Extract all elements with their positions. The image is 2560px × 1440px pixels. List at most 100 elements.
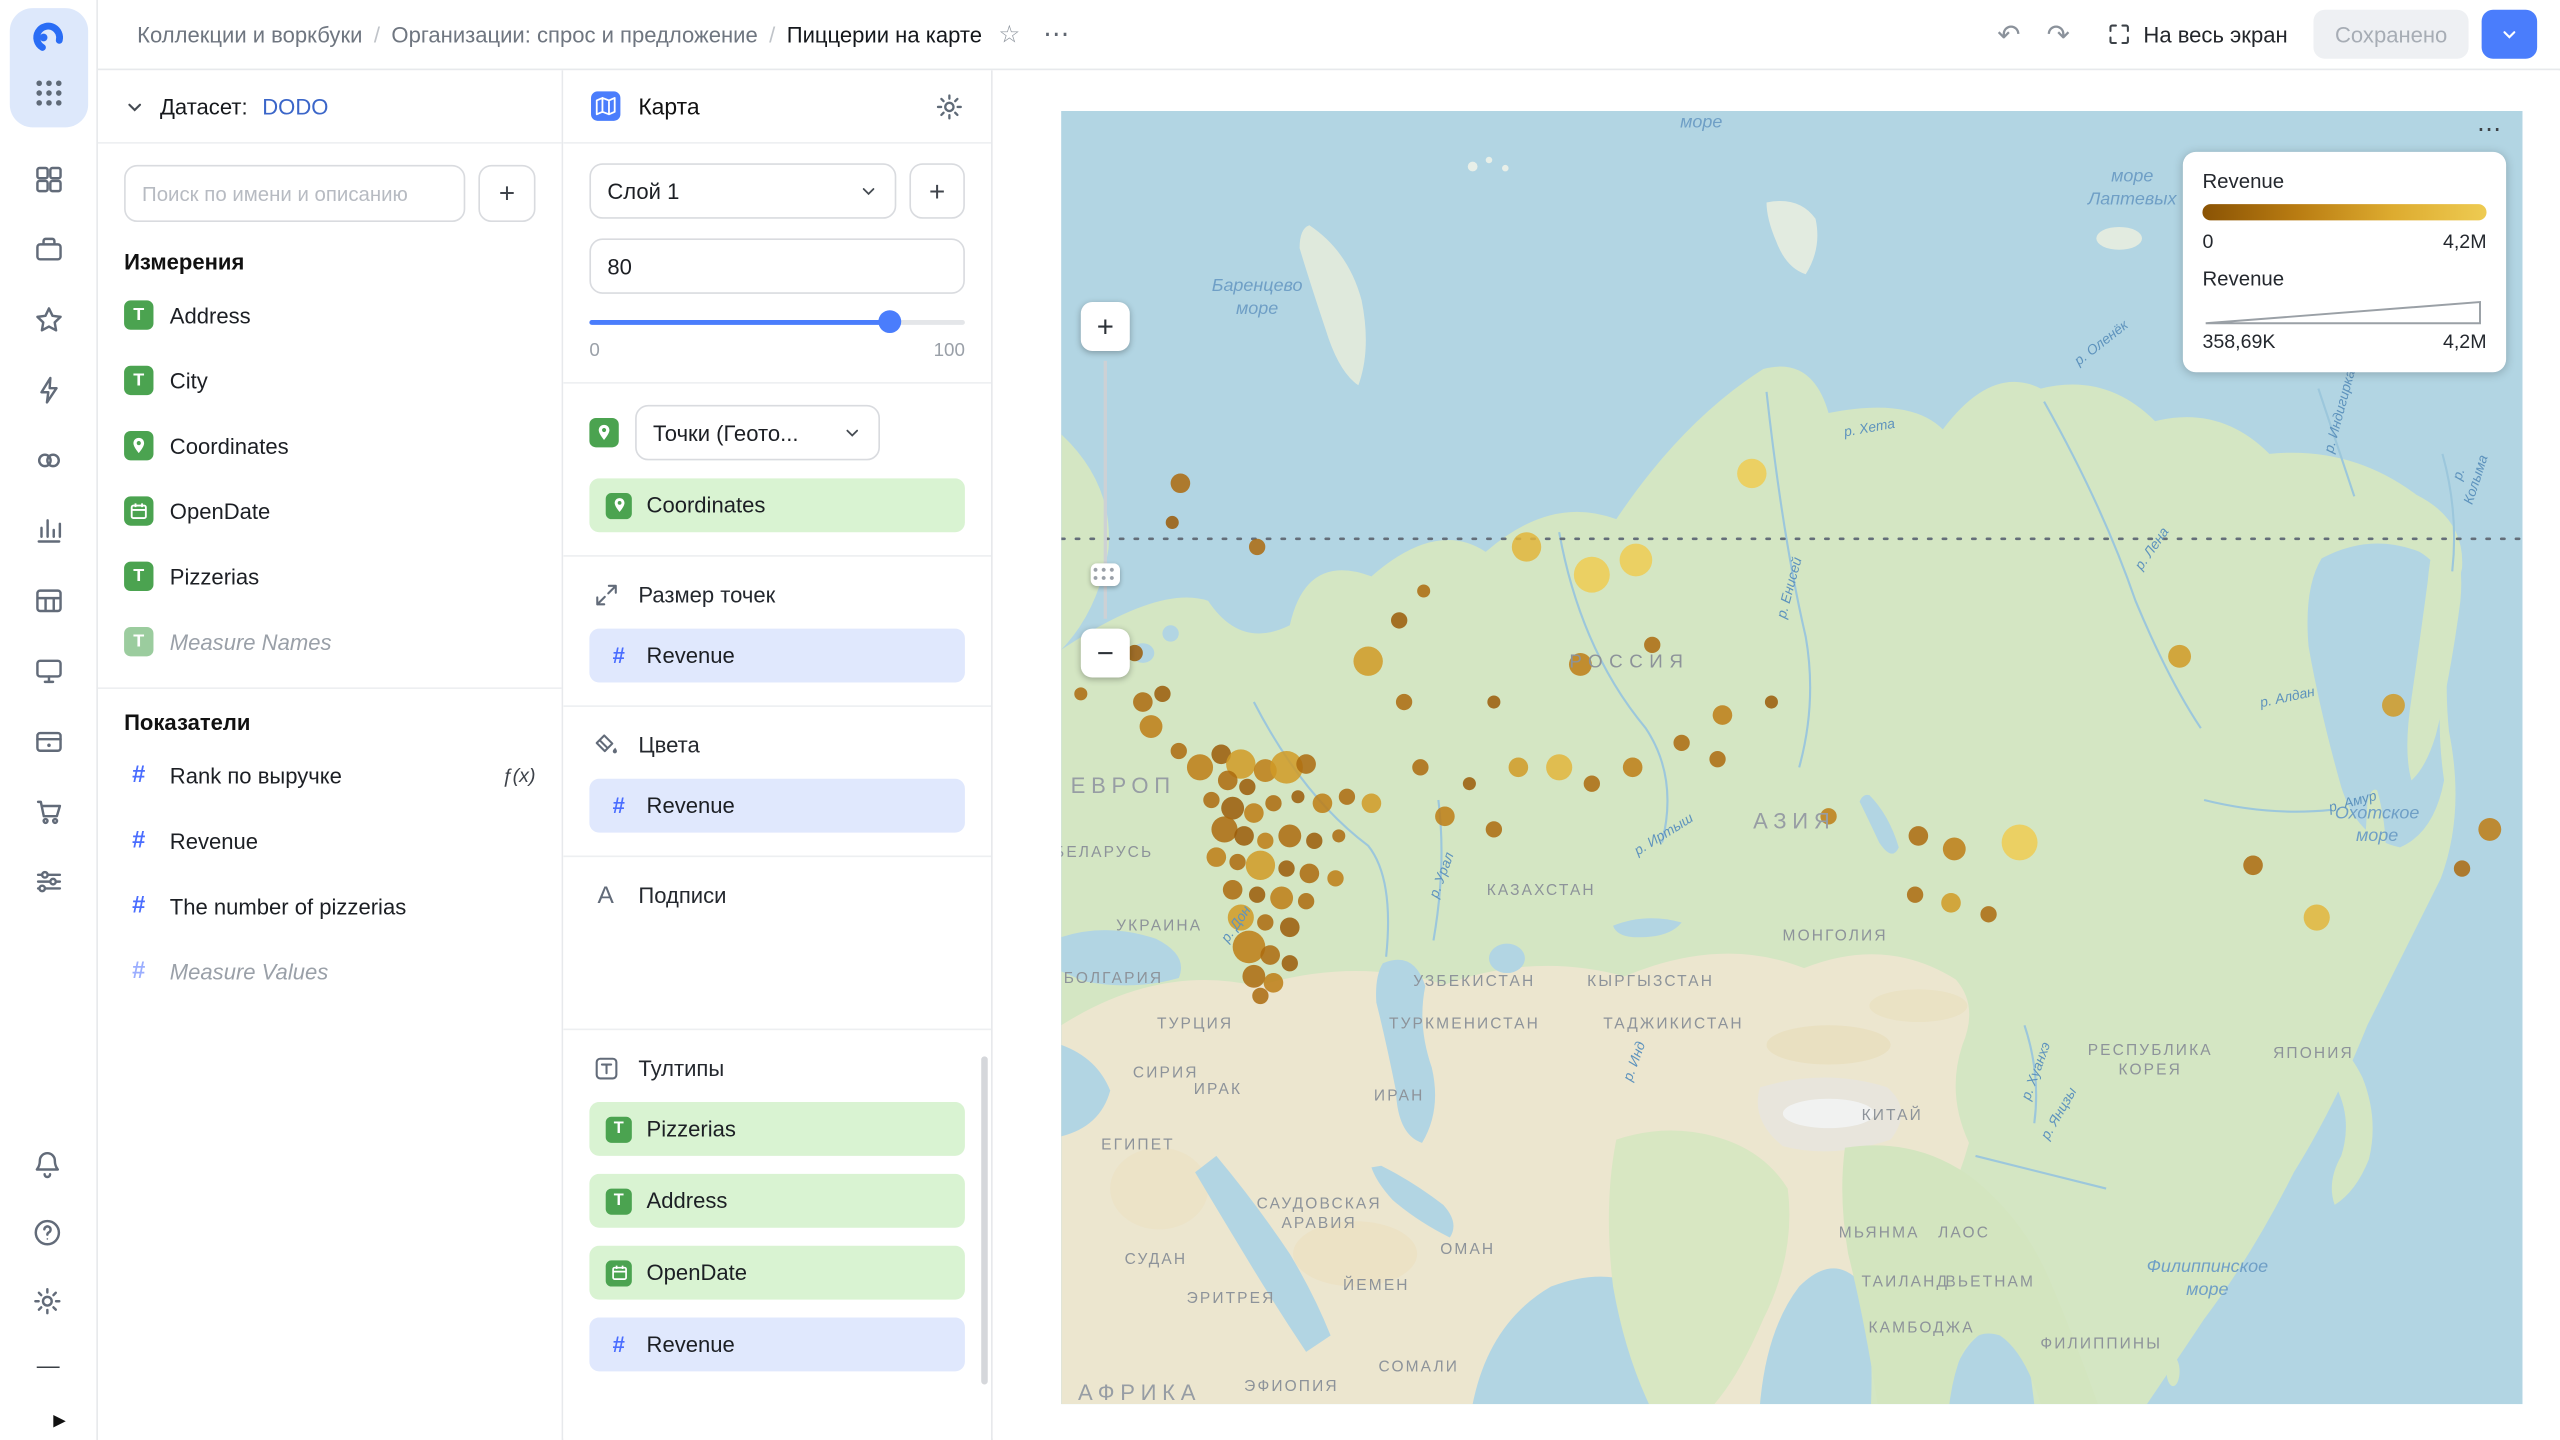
chip-size-revenue[interactable]: # Revenue — [589, 628, 965, 683]
map-point[interactable] — [1673, 734, 1690, 752]
map-point[interactable] — [1942, 837, 1966, 861]
map-point[interactable] — [2478, 817, 2502, 841]
monitor-icon[interactable] — [31, 653, 65, 687]
map-point[interactable] — [1296, 754, 1316, 774]
map-point[interactable] — [1712, 705, 1733, 725]
datasets-table-icon[interactable] — [31, 583, 65, 617]
map-point[interactable] — [1573, 556, 1610, 593]
map-point[interactable] — [1248, 886, 1266, 903]
map-point[interactable] — [1306, 832, 1323, 849]
help-icon[interactable] — [31, 1215, 65, 1249]
map-point[interactable] — [1278, 860, 1295, 877]
map-point[interactable] — [1165, 515, 1179, 529]
map-point[interactable] — [1133, 692, 1153, 712]
map-point[interactable] — [1511, 532, 1542, 562]
map-point[interactable] — [1299, 863, 1320, 884]
map-point[interactable] — [1391, 612, 1408, 629]
field-item-pizzerias[interactable]: T Pizzerias — [98, 544, 562, 609]
map-point[interactable] — [1622, 757, 1643, 778]
map-point[interactable] — [2001, 824, 2038, 861]
map-point[interactable] — [1260, 945, 1280, 965]
field-item-opendate[interactable]: OpenDate — [98, 478, 562, 543]
map-point[interactable] — [1327, 870, 1344, 887]
map-point[interactable] — [1568, 653, 1592, 676]
map-point[interactable] — [1485, 821, 1503, 838]
save-dropdown-button[interactable] — [2481, 9, 2538, 59]
dataset-header[interactable]: Датасет: DODO — [97, 70, 562, 144]
layer-select[interactable]: Слой 1 — [589, 163, 897, 219]
map-point[interactable] — [1186, 754, 1214, 781]
field-item-number-of-pizzerias[interactable]: # The number of pizzerias — [98, 873, 562, 938]
undo-icon[interactable]: ↶ — [1997, 20, 2020, 48]
map-point[interactable] — [1908, 826, 1929, 846]
map-point[interactable] — [1764, 695, 1778, 709]
map-point[interactable] — [1265, 795, 1282, 812]
map-point[interactable] — [1583, 775, 1600, 792]
map-point[interactable] — [1245, 850, 1276, 880]
map-point[interactable] — [2168, 644, 2192, 668]
apps-grid-icon[interactable] — [31, 75, 65, 109]
map-point[interactable] — [1232, 930, 1266, 964]
map-point[interactable] — [1941, 893, 1961, 913]
chip-coordinates[interactable]: Coordinates — [589, 478, 965, 533]
map-point[interactable] — [1980, 906, 1997, 923]
map-point[interactable] — [1229, 853, 1246, 871]
favorites-icon[interactable] — [31, 302, 65, 336]
map-point[interactable] — [1234, 826, 1254, 846]
map-point[interactable] — [1353, 646, 1383, 676]
dataset-name-link[interactable]: DODO — [262, 94, 328, 118]
map-point[interactable] — [1312, 793, 1333, 814]
map-point[interactable] — [1709, 751, 1726, 768]
collapse-panel-icon[interactable]: — — [37, 1352, 60, 1378]
map-point[interactable] — [1074, 687, 1088, 701]
map-point[interactable] — [2382, 693, 2405, 717]
breadcrumb-workbook[interactable]: Организации: спрос и предложение — [391, 22, 757, 46]
map-point[interactable] — [1417, 584, 1431, 598]
marketplace-cart-icon[interactable] — [31, 793, 65, 827]
map-point[interactable] — [1619, 543, 1653, 577]
map-point[interactable] — [1278, 824, 1302, 848]
field-item-measure-names[interactable]: T Measure Names — [98, 609, 562, 674]
map-point[interactable] — [1263, 973, 1284, 993]
map-point[interactable] — [1211, 816, 1238, 843]
map-point[interactable] — [1206, 847, 1227, 867]
map-point[interactable] — [1338, 788, 1356, 805]
field-search-input[interactable] — [124, 164, 466, 223]
panel-scrollbar[interactable] — [981, 1056, 988, 1386]
fullscreen-button[interactable]: На весь экран — [2106, 21, 2288, 47]
notifications-bell-icon[interactable] — [31, 1146, 65, 1180]
saved-button[interactable]: Сохранено — [2313, 9, 2469, 59]
map-point[interactable] — [1291, 790, 1305, 804]
chart-settings-gear-icon[interactable] — [934, 91, 965, 122]
map-point[interactable] — [1239, 778, 1256, 796]
map-point[interactable] — [1279, 917, 1300, 938]
map-point[interactable] — [1221, 796, 1245, 820]
field-item-rank[interactable]: # Rank по выручке ƒ(x) — [98, 743, 562, 808]
map-point[interactable] — [1217, 770, 1238, 791]
map-point[interactable] — [1281, 955, 1298, 972]
services-circles-icon[interactable] — [31, 442, 65, 476]
chip-pizzerias[interactable]: T Pizzerias — [589, 1102, 965, 1156]
field-item-address[interactable]: T Address — [98, 282, 562, 347]
geotype-select[interactable]: Точки (Геото... — [635, 404, 880, 461]
map-point[interactable] — [1257, 832, 1274, 849]
map-canvas[interactable]: море Баренцево море море Лаптевых Охотское … — [1061, 111, 2523, 1405]
redo-icon[interactable]: ↷ — [2047, 20, 2070, 48]
map-point[interactable] — [1487, 695, 1501, 709]
map-point[interactable] — [1244, 803, 1264, 823]
map-point[interactable] — [1252, 987, 1269, 1005]
field-item-measure-values[interactable]: # Measure Values — [98, 939, 562, 1004]
map-point[interactable] — [1395, 693, 1413, 711]
zoom-slider-track[interactable] — [1090, 360, 1120, 619]
map-point[interactable] — [1257, 914, 1274, 931]
charts-icon[interactable] — [31, 513, 65, 547]
map-point[interactable] — [1332, 829, 1346, 843]
breadcrumb-collections[interactable]: Коллекции и воркбуки — [137, 22, 362, 46]
map-point[interactable] — [1412, 759, 1429, 776]
map-point[interactable] — [1242, 964, 1266, 988]
settings-gear-icon[interactable] — [31, 1283, 65, 1317]
chip-color-revenue[interactable]: # Revenue — [589, 778, 965, 833]
slider-knob[interactable] — [878, 310, 902, 334]
map-options-icon[interactable]: ⋯ — [2477, 114, 2503, 144]
storage-icon[interactable] — [31, 723, 65, 757]
